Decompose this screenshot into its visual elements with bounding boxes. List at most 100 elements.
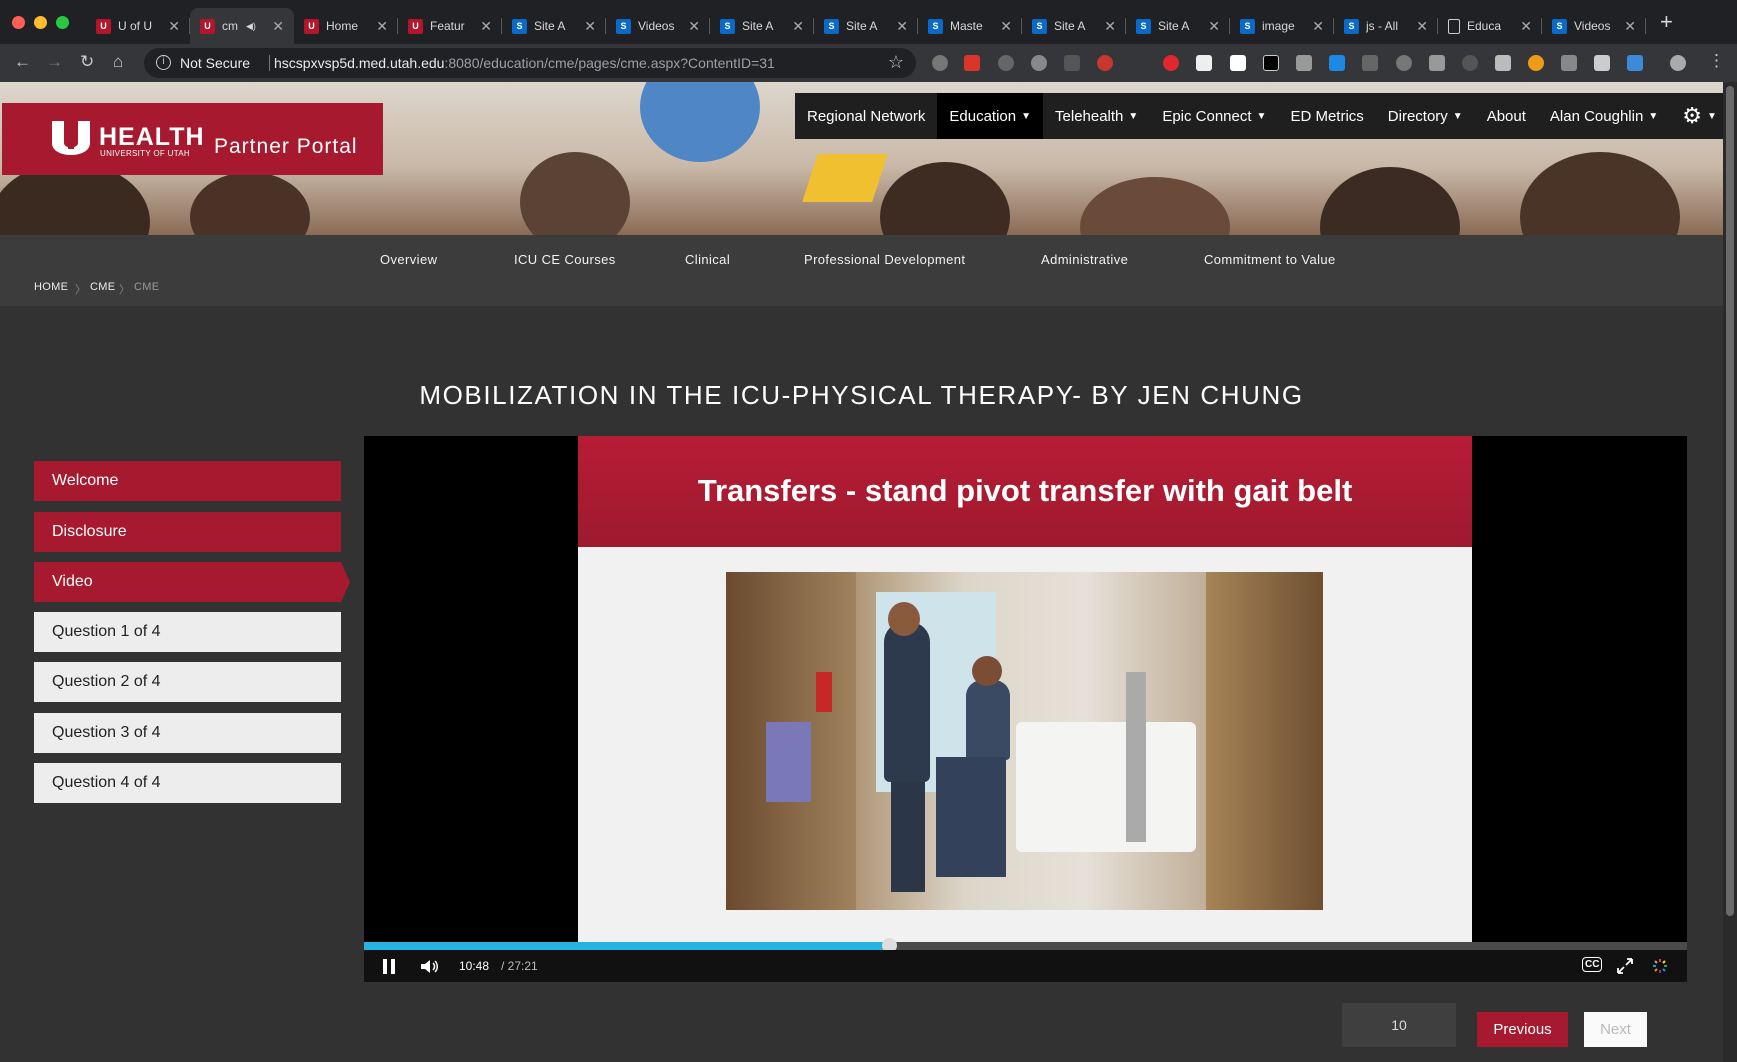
browser-tab[interactable]: S Maste ✕ (918, 8, 1022, 44)
video-progress-bar[interactable] (364, 938, 1687, 953)
profile-avatar[interactable] (1670, 55, 1686, 71)
extension-u-icon[interactable] (1429, 55, 1445, 71)
reload-icon[interactable]: ↻ (80, 52, 94, 72)
subnav-clinical[interactable]: Clinical (685, 252, 730, 267)
tab-close-icon[interactable]: ✕ (376, 18, 388, 35)
topnav-item-about[interactable]: About (1475, 93, 1538, 139)
scrollbar-thumb[interactable] (1726, 86, 1734, 916)
extension-orange-icon[interactable] (1528, 55, 1544, 71)
tab-close-icon[interactable]: ✕ (1520, 18, 1532, 35)
tab-close-icon[interactable]: ✕ (1624, 18, 1636, 35)
minimize-window-button[interactable] (34, 16, 47, 29)
url-text[interactable]: hscspxvsp5d.med.utah.edu:8080/education/… (274, 55, 775, 71)
browser-tab[interactable]: Simage ✕ (1230, 8, 1334, 44)
new-tab-button[interactable]: + (1660, 9, 1673, 35)
topnav-item-regional-network[interactable]: Regional Network (795, 93, 937, 139)
home-icon[interactable]: ⌂ (113, 52, 123, 72)
tab-close-icon[interactable]: ✕ (1104, 18, 1116, 35)
tab-close-icon[interactable]: ✕ (480, 18, 492, 35)
course-step-disclosure[interactable]: Disclosure (34, 512, 341, 552)
fullscreen-icon[interactable] (1617, 958, 1633, 974)
tab-close-icon[interactable]: ✕ (1312, 18, 1324, 35)
course-step-welcome[interactable]: Welcome (34, 461, 341, 501)
extension-image-icon[interactable] (1594, 55, 1610, 71)
topnav-item-directory[interactable]: Directory ▼ (1376, 93, 1475, 139)
extension-gear-icon[interactable] (932, 55, 948, 71)
extension-clock-icon[interactable] (1031, 55, 1047, 71)
subnav-professional-development[interactable]: Professional Development (804, 252, 965, 267)
video-player[interactable]: Transfers - stand pivot transfer with ga… (364, 436, 1687, 982)
topnav-item-telehealth[interactable]: Telehealth ▼ (1043, 93, 1150, 139)
browser-tab[interactable]: S Site A ✕ (502, 8, 606, 44)
browser-tab[interactable]: S Site A ✕ (1126, 8, 1230, 44)
course-step-question-1[interactable]: Question 1 of 4 (34, 612, 341, 652)
address-bar[interactable]: i Not Secure hscspxvsp5d.med.utah.edu:80… (144, 48, 916, 78)
next-button[interactable]: Next (1584, 1012, 1647, 1047)
tab-close-icon[interactable]: ✕ (272, 18, 284, 35)
browser-tab[interactable]: S Videos ✕ (1542, 8, 1646, 44)
forward-arrow-icon[interactable]: → (46, 52, 63, 72)
topnav-item-epic-connect[interactable]: Epic Connect ▼ (1150, 93, 1278, 139)
previous-button[interactable]: Previous (1477, 1012, 1568, 1047)
extension-sync-icon[interactable] (1396, 55, 1412, 71)
browser-menu-icon[interactable]: ⋮ (1708, 51, 1725, 71)
extension-python-icon[interactable] (1627, 55, 1643, 71)
extension-shield-icon[interactable] (1495, 55, 1511, 71)
browser-tab[interactable]: S Site A ✕ (710, 8, 814, 44)
tab-close-icon[interactable]: ✕ (168, 18, 180, 35)
browser-tab[interactable]: Educa ✕ (1438, 8, 1542, 44)
course-step-video[interactable]: Video (34, 562, 350, 602)
course-step-question-2[interactable]: Question 2 of 4 (34, 662, 341, 702)
page-number-field[interactable]: 10 (1342, 1003, 1456, 1047)
info-icon[interactable]: i (156, 55, 171, 70)
subnav-icu-ce-courses[interactable]: ICU CE Courses (514, 252, 616, 267)
extension-ppt-icon[interactable] (1196, 55, 1212, 71)
topnav-item-education[interactable]: Education ▼ (937, 93, 1044, 139)
course-step-question-4[interactable]: Question 4 of 4 (34, 763, 341, 803)
extension-square-icon[interactable] (1230, 55, 1246, 71)
tab-close-icon[interactable]: ✕ (1208, 18, 1220, 35)
page-scrollbar[interactable] (1723, 82, 1737, 1062)
browser-tab[interactable]: U Home ✕ (294, 8, 398, 44)
tab-close-icon[interactable]: ✕ (896, 18, 908, 35)
closed-captions-icon[interactable]: CC (1582, 957, 1603, 972)
tab-audio-icon[interactable]: ◀) (246, 21, 256, 32)
extension-help-icon[interactable] (1263, 55, 1279, 71)
pause-icon[interactable] (382, 959, 396, 974)
tab-close-icon[interactable]: ✕ (688, 18, 700, 35)
subnav-administrative[interactable]: Administrative (1041, 252, 1128, 267)
close-window-button[interactable] (12, 16, 25, 29)
tab-close-icon[interactable]: ✕ (1416, 18, 1428, 35)
extension-info-icon[interactable] (1462, 55, 1478, 71)
breadcrumb-home[interactable]: HOME (34, 281, 68, 293)
extension-wordpress-icon[interactable] (998, 55, 1014, 71)
course-step-question-3[interactable]: Question 3 of 4 (34, 713, 341, 753)
extension-rocket-icon[interactable] (1064, 55, 1080, 71)
extension-wp-icon[interactable] (1097, 55, 1113, 71)
browser-tab[interactable]: S Videos ✕ (606, 8, 710, 44)
maximize-window-button[interactable] (56, 16, 69, 29)
browser-tab[interactable]: U U of U ✕ (86, 8, 190, 44)
site-logo[interactable]: HEALTH UNIVERSITY OF UTAH Partner Portal (2, 103, 383, 175)
settings-menu[interactable]: ⚙ ▼ (1670, 93, 1723, 139)
tab-close-icon[interactable]: ✕ (1000, 18, 1012, 35)
extension-s-icon[interactable] (1296, 55, 1312, 71)
browser-tab[interactable]: Ucm ◀) ✕ (190, 8, 294, 44)
extension-adblock-icon[interactable] (1163, 55, 1179, 71)
extension-blue-icon[interactable] (1329, 55, 1345, 71)
tab-close-icon[interactable]: ✕ (584, 18, 596, 35)
browser-tab[interactable]: U Featur ✕ (398, 8, 502, 44)
volume-icon[interactable] (421, 959, 439, 974)
extension-todoist-icon[interactable] (964, 55, 980, 71)
subnav-overview[interactable]: Overview (380, 252, 437, 267)
browser-tab[interactable]: S Site A ✕ (1022, 8, 1126, 44)
topnav-item-alan-coughlin[interactable]: Alan Coughlin ▼ (1538, 93, 1670, 139)
bookmark-star-icon[interactable]: ☆ (888, 52, 904, 73)
extension-tb-icon[interactable] (1561, 55, 1577, 71)
subnav-commitment-to-value[interactable]: Commitment to Value (1204, 252, 1336, 267)
browser-tab[interactable]: Sjs - All ✕ (1334, 8, 1438, 44)
topnav-item-ed-metrics[interactable]: ED Metrics (1278, 93, 1375, 139)
back-arrow-icon[interactable]: ← (14, 52, 31, 72)
extension-pin-icon[interactable] (1362, 55, 1378, 71)
browser-tab[interactable]: S Site A ✕ (814, 8, 918, 44)
